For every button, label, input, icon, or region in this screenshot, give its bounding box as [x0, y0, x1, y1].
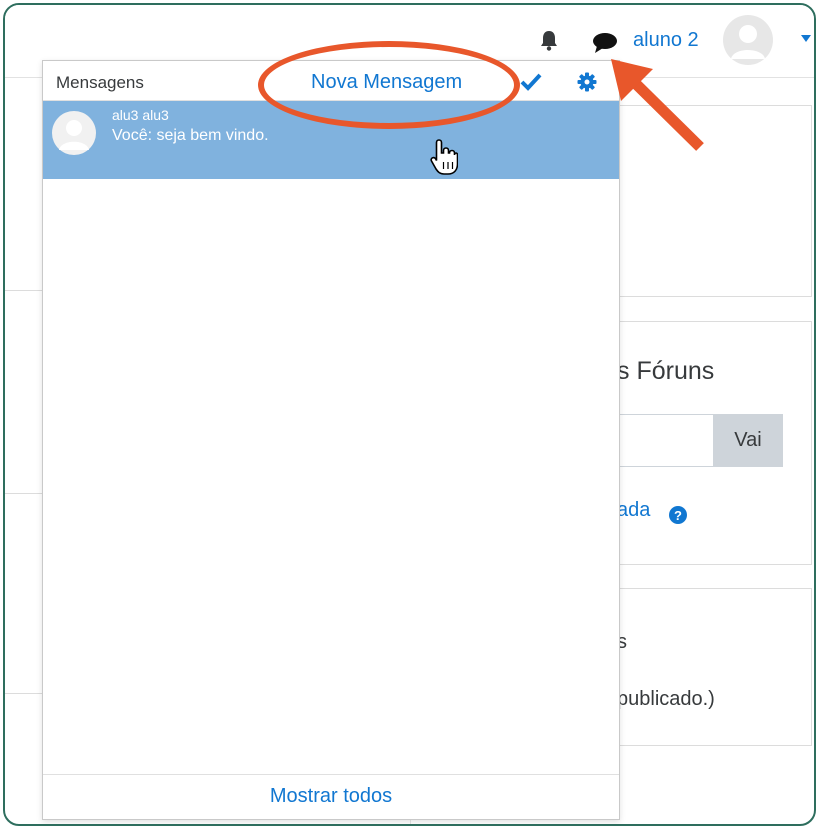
forum-search-input[interactable]: [617, 414, 714, 467]
go-button[interactable]: Vai: [713, 414, 783, 467]
chat-icon[interactable]: [591, 31, 619, 55]
help-icon[interactable]: ?: [668, 505, 688, 525]
bell-icon[interactable]: [539, 29, 559, 51]
show-all-link[interactable]: Mostrar todos: [270, 785, 392, 808]
left-block-divider: [5, 693, 45, 694]
popover-title: Mensagens: [56, 73, 144, 92]
advanced-search-link[interactable]: ada: [617, 499, 650, 522]
conversation-avatar: [52, 111, 96, 155]
caret-down-icon[interactable]: [801, 35, 811, 42]
svg-text:?: ?: [674, 508, 682, 523]
latest-news-empty-text: publicado.): [617, 688, 715, 710]
checkmark-icon[interactable]: [520, 73, 542, 91]
hand-cursor-icon: [430, 139, 458, 175]
user-menu-name[interactable]: aluno 2: [633, 29, 699, 52]
latest-news-card: [615, 588, 812, 746]
conversation-sender: alu3 alu3: [112, 107, 169, 123]
highlight-ellipse: [258, 41, 520, 129]
left-block-divider: [5, 493, 45, 494]
popover-footer: Mostrar todos: [43, 774, 619, 819]
gear-icon[interactable]: [577, 72, 597, 92]
screenshot-frame: s Fóruns Vai ada ? s publicado.) aluno 2…: [3, 3, 816, 826]
avatar[interactable]: [723, 15, 773, 65]
left-block-divider: [5, 290, 45, 291]
arrow-icon: [611, 59, 704, 151]
forum-search-title: s Fóruns: [617, 357, 715, 385]
conversation-preview: Você: seja bem vindo.: [112, 127, 269, 144]
messages-popover: Mensagens Nova Mensagem alu3 alu3 Você: …: [42, 60, 620, 820]
